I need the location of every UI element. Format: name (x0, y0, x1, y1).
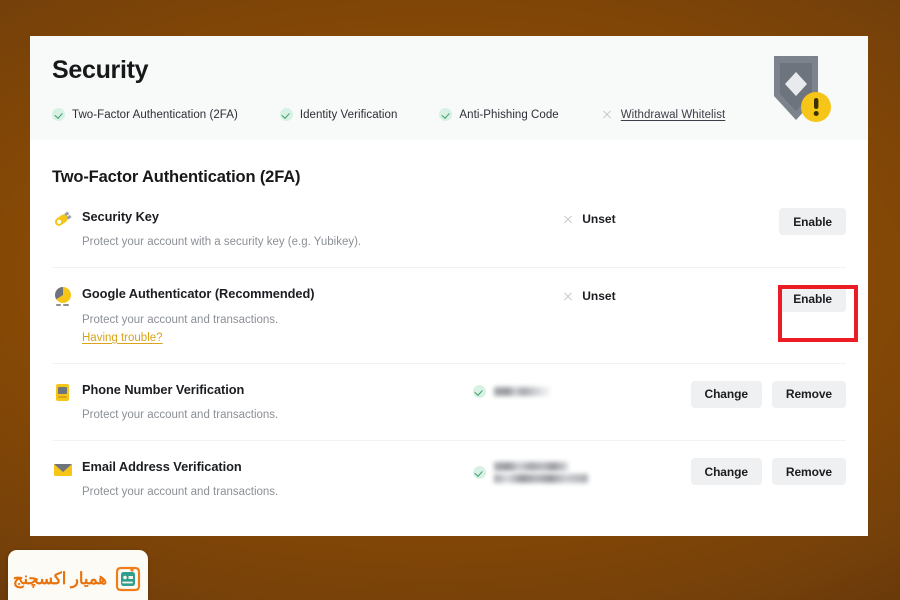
redacted-phone-value (493, 386, 550, 396)
check-circle-icon (279, 108, 293, 121)
row-description: Protect your account and transactions. (82, 408, 279, 421)
table-row: Google Authenticator (Recommended) Prote… (52, 268, 846, 364)
tab-label: Anti-Phishing Code (459, 108, 559, 121)
security-key-icon (52, 208, 82, 234)
hamyar-exchange-logo-icon (116, 566, 141, 592)
table-row: Phone Number Verification Protect your a… (52, 364, 846, 442)
row-description: Protect your account with a security key… (82, 236, 362, 249)
row-status: Unset (561, 285, 779, 303)
redacted-email-value (493, 462, 588, 484)
row-description: Protect your account and transactions. (82, 313, 279, 326)
email-icon (52, 458, 82, 486)
check-circle-icon (52, 108, 65, 121)
row-title: Email Address Verification (82, 459, 242, 475)
sidebar-item-two-factor-authentication[interactable]: Two-Factor Authentication (2FA) (52, 108, 238, 121)
security-status-tabs: Two-Factor Authentication (2FA) Identity… (52, 108, 842, 121)
row-actions: Change Remove (690, 380, 846, 408)
row-status: Unset (561, 208, 779, 226)
redacted-line (493, 474, 588, 484)
row-title: Google Authenticator (Recommended) (82, 286, 315, 302)
table-row: Security Key Protect your account with a… (52, 191, 846, 269)
status-badge: Unset (582, 212, 616, 226)
sidebar-item-identity-verification[interactable]: Identity Verification (279, 108, 398, 121)
row-content: Phone Number Verification Protect your a… (82, 381, 473, 423)
check-circle-icon (439, 108, 453, 121)
sidebar-item-withdrawal-whitelist[interactable]: Withdrawal Whitelist (601, 108, 726, 121)
google-authenticator-icon (52, 285, 82, 313)
phone-icon (52, 381, 82, 409)
remove-button[interactable]: Remove (771, 380, 846, 408)
remove-button[interactable]: Remove (771, 458, 846, 486)
page-title: Security (52, 56, 149, 84)
row-status (472, 458, 691, 484)
row-content: Email Address Verification Protect your … (82, 458, 473, 500)
redacted-line (493, 462, 568, 472)
watermark-badge: همیار اکسچنج (8, 550, 148, 600)
enable-button[interactable]: Enable (779, 208, 846, 235)
x-icon (601, 108, 614, 121)
x-icon (561, 213, 574, 226)
row-title: Phone Number Verification (82, 381, 245, 397)
security-card: Security Two-Factor Authentication (2FA)… (30, 36, 868, 536)
check-circle-icon (472, 384, 486, 398)
row-description: Protect your account and transactions. (82, 486, 279, 499)
card-body: Two-Factor Authentication (2FA) Security… (30, 168, 868, 517)
sidebar-item-anti-phishing-code[interactable]: Anti-Phishing Code (439, 108, 559, 121)
change-button[interactable]: Change (690, 380, 762, 408)
x-icon (561, 290, 574, 303)
row-status (472, 381, 691, 398)
status-badge: Unset (582, 289, 616, 304)
row-content: Security Key Protect your account with a… (82, 208, 561, 250)
card-header: Security Two-Factor Authentication (2FA)… (30, 36, 868, 140)
row-title: Security Key (82, 209, 159, 224)
row-actions: Change Remove (690, 458, 846, 486)
section-title: Two-Factor Authentication (2FA) (52, 168, 301, 186)
row-actions: Enable (779, 208, 846, 235)
check-circle-icon (472, 466, 486, 480)
table-row: Email Address Verification Protect your … (52, 441, 846, 517)
enable-button[interactable]: Enable (779, 285, 846, 313)
having-trouble-link[interactable]: Having trouble? (82, 332, 163, 344)
change-button[interactable]: Change (690, 458, 762, 486)
watermark-text: همیار اکسچنج (12, 570, 108, 588)
tab-label: Identity Verification (299, 108, 398, 121)
shield-warning-icon (766, 50, 838, 132)
row-actions: Enable (779, 285, 846, 313)
tab-label: Withdrawal Whitelist (620, 108, 726, 121)
row-content: Google Authenticator (Recommended) Prote… (82, 285, 561, 345)
tab-label: Two-Factor Authentication (2FA) (72, 108, 238, 121)
